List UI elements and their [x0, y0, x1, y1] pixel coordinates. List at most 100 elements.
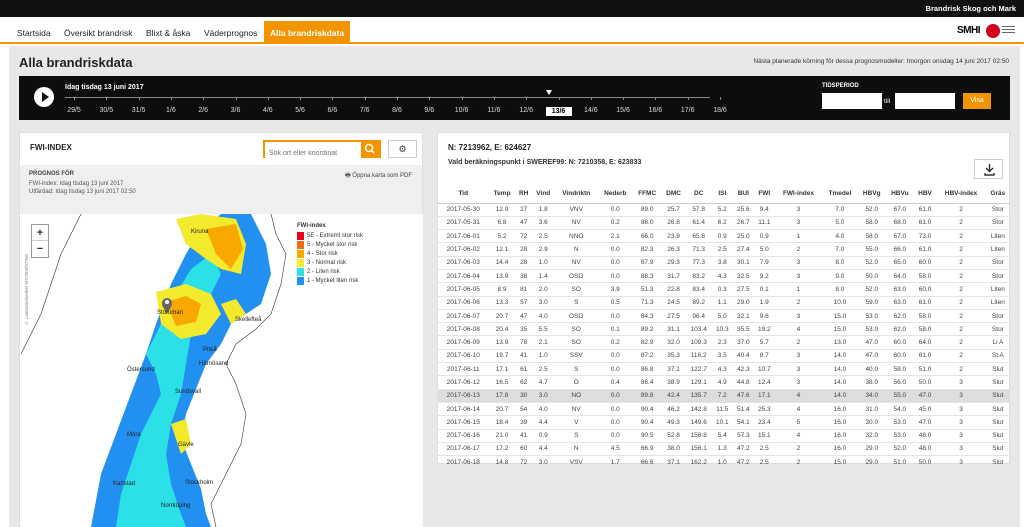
table-cell: 2017-06-12: [438, 375, 489, 390]
timeline-date-4[interactable]: 2/6: [190, 107, 216, 114]
timeline-date-15[interactable]: 13/6: [545, 107, 572, 116]
column-header[interactable]: HBVu: [885, 185, 914, 204]
table-cell: 47.2: [732, 442, 754, 457]
timeline-date-2[interactable]: 31/5: [126, 107, 152, 114]
period-to-input[interactable]: [895, 93, 955, 109]
timeline-marker[interactable]: [546, 90, 552, 95]
table-cell: 2: [936, 282, 986, 297]
table-cell: 81: [515, 282, 532, 297]
timeline-date-5[interactable]: 3/6: [223, 107, 249, 114]
timeline-date-18[interactable]: 16/6: [642, 107, 668, 114]
table-cell: 10.3: [711, 322, 733, 337]
timeline-date-1[interactable]: 30/5: [93, 107, 119, 114]
table-cell: 2: [936, 216, 986, 231]
timeline-date-20[interactable]: 18/6: [707, 107, 733, 114]
column-header[interactable]: HBV: [913, 185, 937, 204]
table-cell: 9.2: [753, 269, 775, 284]
column-header[interactable]: HBV-index: [936, 185, 986, 204]
tab-startsida[interactable]: Startsida: [11, 21, 57, 42]
legend-label: 2 - Liten risk: [307, 268, 340, 275]
table-cell: 8.0: [822, 256, 858, 270]
table-cell: 2: [936, 362, 986, 377]
tab-blixt-aska[interactable]: Blixt & åska: [140, 21, 196, 42]
table-cell: NNO: [554, 229, 598, 244]
timeline-date-9[interactable]: 7/6: [352, 107, 378, 114]
table-cell: 0.0: [597, 242, 633, 257]
table-row: 2017-06-13 17.8 30 3.0 NO 0.0 89.8 42.4 135.7 7.2…: [438, 389, 1010, 403]
column-header[interactable]: FWI: [753, 185, 775, 204]
download-button[interactable]: [974, 159, 1003, 179]
table-cell: 2: [936, 269, 986, 284]
table-cell: 14.0: [822, 389, 858, 403]
table-cell: 22.8: [661, 282, 686, 297]
table-cell: 10.0: [822, 296, 858, 310]
timeline-date-7[interactable]: 5/6: [287, 107, 313, 114]
table-row: 2017-06-02 12.1 28 2.9 N 0.0 82.3 26.3 71.3 2.5 27…: [438, 242, 1010, 257]
table-cell: 60: [515, 442, 532, 457]
zoom-in-button[interactable]: +: [32, 225, 48, 241]
column-header[interactable]: DMC: [661, 185, 686, 204]
table-cell: 66.0: [632, 229, 662, 244]
table-cell: 1.0: [531, 349, 555, 364]
search-button[interactable]: [361, 142, 379, 156]
next-run-info: Nästa planerade körning för dessa progno…: [753, 58, 1009, 65]
visa-button[interactable]: Visa: [963, 93, 991, 109]
table-cell: 90.4: [632, 415, 662, 430]
column-header[interactable]: BUI: [732, 185, 754, 204]
table-cell: 55.0: [857, 242, 886, 257]
column-header[interactable]: Temp: [488, 185, 516, 204]
column-header[interactable]: Gräs: [985, 185, 1010, 204]
zoom-out-button[interactable]: −: [32, 241, 48, 257]
search-box: [263, 140, 381, 161]
timeline-date-3[interactable]: 1/6: [158, 107, 184, 114]
column-header[interactable]: Tid: [438, 185, 489, 204]
column-header[interactable]: Nederb: [597, 185, 633, 204]
legend-label: 4 - Stor risk: [307, 250, 338, 257]
top-bar: Brandrisk Skog och Mark: [0, 0, 1024, 17]
table-cell: 42.4: [661, 389, 686, 403]
column-header[interactable]: Vind: [531, 185, 555, 204]
timeline-date-16[interactable]: 14/6: [578, 107, 604, 114]
period-from-input[interactable]: [822, 93, 882, 109]
settings-button[interactable]: ⚙: [388, 140, 417, 158]
table-cell: NV: [554, 402, 598, 417]
table-cell: Slut: [985, 455, 1010, 470]
column-header[interactable]: ISI: [711, 185, 733, 204]
pdf-link[interactable]: 🖶 Öppna karta som PDF: [345, 171, 412, 181]
table-cell: 129.1: [685, 375, 712, 390]
play-button[interactable]: [34, 87, 54, 107]
timeline-date-8[interactable]: 6/6: [319, 107, 345, 114]
table-cell: 12.4: [753, 375, 775, 390]
search-input[interactable]: [265, 146, 361, 161]
column-header[interactable]: FFMC: [632, 185, 662, 204]
table-cell: 61.0: [913, 242, 937, 257]
table-cell: 2017-06-07: [438, 309, 489, 324]
column-header[interactable]: Tmedel: [822, 185, 858, 204]
timeline-date-6[interactable]: 4/6: [255, 107, 281, 114]
timeline-date-19[interactable]: 17/6: [675, 107, 701, 114]
fwi-map[interactable]: + − © Lantmäteriverket MS2009/07950 Kiru…: [21, 214, 423, 527]
column-header[interactable]: DC: [685, 185, 712, 204]
timeline-date-14[interactable]: 12/6: [513, 107, 539, 114]
timeline-date-10[interactable]: 8/6: [384, 107, 410, 114]
timeline-date-12[interactable]: 10/6: [449, 107, 475, 114]
table-cell: 0.0: [597, 415, 633, 430]
timeline-track[interactable]: [65, 97, 710, 98]
table-cell: 122.7: [685, 362, 712, 377]
table-cell: 0.0: [597, 203, 633, 217]
timeline-date-11[interactable]: 9/6: [416, 107, 442, 114]
column-header[interactable]: RH: [515, 185, 532, 204]
table-cell: 5.4: [711, 429, 733, 443]
table-cell: 31.0: [857, 402, 886, 417]
tab-vaderprognos[interactable]: Väderprognos: [198, 21, 263, 42]
column-header[interactable]: HBVg: [857, 185, 886, 204]
tab-alla-brandriskdata[interactable]: Alla brandriskdata: [264, 21, 351, 42]
timeline-date-17[interactable]: 15/6: [610, 107, 636, 114]
table-cell: 58.0: [913, 269, 937, 284]
column-header[interactable]: Vindriktn: [554, 185, 598, 204]
timeline-date-13[interactable]: 11/6: [481, 107, 507, 114]
column-header[interactable]: FWI-index: [774, 185, 823, 204]
tab-oversikt-brandrisk[interactable]: Översikt brandrisk: [58, 21, 139, 42]
timeline-date-0[interactable]: 29/5: [61, 107, 87, 114]
table-cell: 0.0: [597, 429, 633, 443]
